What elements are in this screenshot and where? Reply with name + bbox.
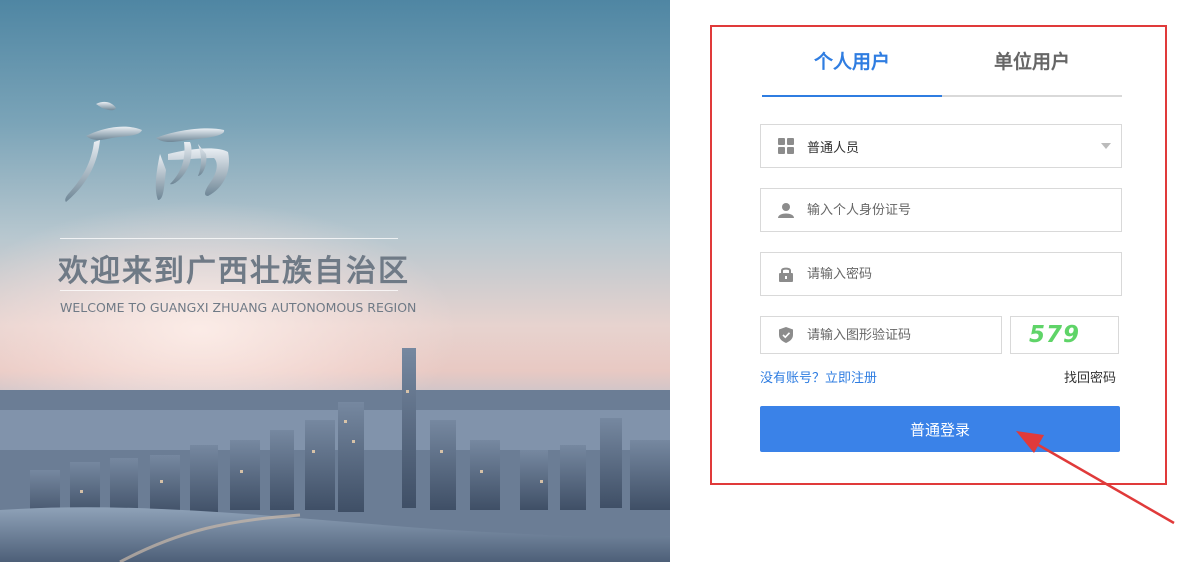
register-link[interactable]: 没有账号？立即注册 [760,367,877,386]
password-input[interactable] [807,266,1077,282]
welcome-divider-top [60,238,398,239]
captcha-field[interactable] [760,316,1002,354]
password-field[interactable] [760,252,1122,296]
grid-icon [775,137,797,155]
welcome-divider-bottom [60,290,398,291]
annotation-arrow-icon [1016,431,1175,525]
tab-organization-user[interactable]: 单位用户 [942,27,1122,95]
welcome-banner: 欢迎来到广西壮族自治区 WELCOME TO GUANGXI ZHUANG AU… [0,0,670,562]
id-number-field[interactable] [760,188,1122,232]
shield-icon [775,326,797,344]
welcome-subtitle: WELCOME TO GUANGXI ZHUANG AUTONOMOUS REG… [60,300,417,315]
guangxi-calligraphy-logo [65,101,230,202]
user-type-select[interactable]: 普通人员 [760,124,1122,168]
login-panel: 个人用户 单位用户 普通人员 输入个人身份证号 请输入图形验证码 579 没有账… [710,25,1167,485]
welcome-title: 欢迎来到广西壮族自治区 [58,254,410,289]
captcha-input[interactable] [807,327,987,343]
id-number-input[interactable] [807,202,1077,218]
user-icon [775,201,797,219]
lock-icon [775,265,797,283]
tab-personal-user[interactable]: 个人用户 [762,27,942,97]
captcha-image[interactable]: 579 [1010,316,1119,354]
login-tabs: 个人用户 单位用户 [762,27,1122,97]
forgot-password-link[interactable]: 找回密码 [1064,367,1116,386]
user-type-value: 普通人员 [807,140,860,156]
city-skyline-image [0,348,670,562]
chevron-down-icon [1101,143,1111,149]
